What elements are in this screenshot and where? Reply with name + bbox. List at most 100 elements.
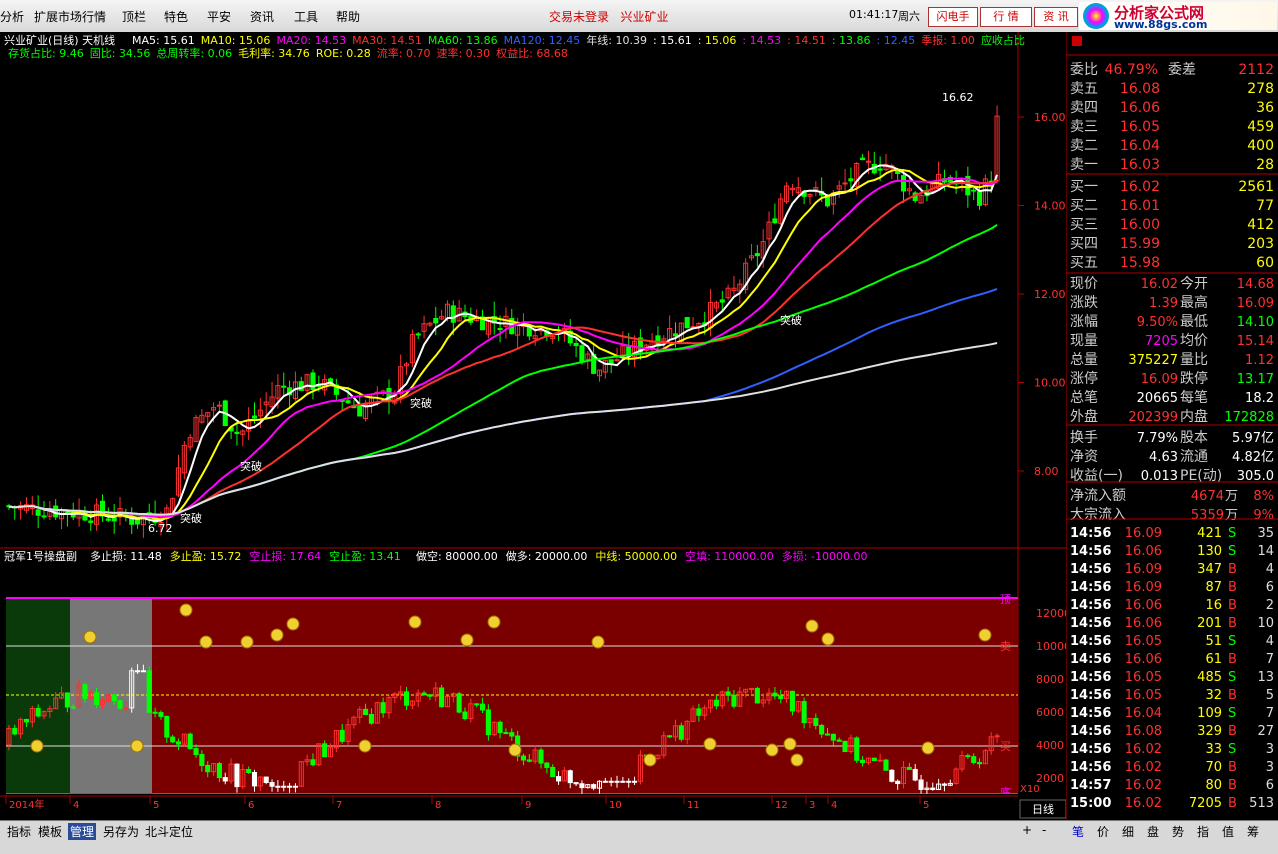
menu-item-pingan[interactable]: 平安 [207, 8, 231, 25]
wei-cha-label: 委差 [1168, 62, 1196, 78]
tick-count: 513 [1249, 796, 1274, 811]
high-price-label: 16.62 [942, 91, 974, 104]
indicator-body [23, 718, 30, 723]
fin-legend-item: 毛利率: 34.76 [238, 46, 310, 60]
tab-ticks[interactable]: 笔 [1072, 823, 1084, 840]
label-top: 顶 [1000, 593, 1011, 606]
menu-item-extended-market[interactable]: 扩展市场行情 [34, 8, 106, 25]
indicator-body [146, 670, 152, 713]
tab-trend[interactable]: 势 [1172, 823, 1184, 840]
tick-time: 14:56 [1070, 580, 1111, 595]
stat-label: 现量 [1070, 333, 1098, 349]
candle-body [105, 518, 111, 521]
buy-level-label: 买四 [1070, 236, 1098, 252]
sell-level-label: 卖二 [1070, 138, 1098, 154]
indicator-body [222, 777, 228, 782]
date-tick-label: 6 [248, 800, 254, 811]
indicator-body [912, 768, 918, 781]
ma-legend-item: : 14.51 [787, 34, 826, 47]
indicator-body [281, 785, 287, 788]
indicator-body [251, 772, 258, 787]
indicator-body [322, 743, 328, 758]
tab-manage[interactable]: 管理 [68, 823, 97, 840]
tick-price: 16.09 [1125, 562, 1162, 577]
tab-detail[interactable]: 细 [1122, 823, 1134, 840]
tab-order[interactable]: 盘 [1147, 823, 1159, 840]
zoom-out-button[interactable]: - [1042, 823, 1046, 837]
indicator-body [170, 736, 176, 743]
date-tick-label: 5 [153, 800, 159, 811]
ma-legend-item: 年线: 10.39 [586, 33, 647, 47]
fin-legend-item: 流率: 0.70 [377, 46, 431, 60]
flash-trade-button[interactable]: 闪电手 [928, 7, 978, 27]
indicator-tick-label: 10000 [1036, 640, 1066, 653]
candle-body [216, 404, 222, 407]
indicator-body [287, 785, 293, 788]
indicator-param: 空填: 110000.00 [685, 549, 774, 563]
menu-item-tools[interactable]: 工具 [294, 8, 318, 25]
tab-price[interactable]: 价 [1097, 823, 1109, 840]
menu-item-help[interactable]: 帮助 [336, 8, 360, 25]
tick-count: 27 [1257, 724, 1274, 739]
news-button[interactable]: 资 讯 [1034, 7, 1078, 27]
ma-legend-item: MA10: 15.06 [201, 34, 271, 47]
scale-label: X10 [1020, 784, 1040, 795]
tick-count: 2 [1266, 598, 1274, 613]
tab-index[interactable]: 指 [1197, 823, 1209, 840]
stat-label: 换手 [1070, 429, 1098, 446]
candle-body [251, 415, 258, 419]
indicator-body [509, 732, 515, 737]
indicator-body [135, 670, 141, 673]
indicator-param: 空止损: 17.64 [249, 549, 321, 563]
zoom-in-button[interactable]: + [1022, 823, 1032, 837]
indicator-body [310, 759, 316, 766]
indicator-body [620, 780, 626, 783]
menu-item-news[interactable]: 资讯 [250, 8, 274, 25]
ma-legend-item: MA20: 14.53 [276, 34, 346, 47]
menu-item-top-bar[interactable]: 顶栏 [122, 8, 146, 25]
tab-beidou-locate[interactable]: 北斗定位 [145, 823, 193, 840]
tick-price: 16.05 [1125, 670, 1162, 685]
quote-button[interactable]: 行 情 [980, 7, 1032, 27]
indicator-body [813, 717, 819, 726]
candle-body [608, 359, 614, 364]
smiley-icon [508, 743, 522, 757]
tab-templates[interactable]: 模板 [38, 823, 62, 840]
indicator-param: 多止盈: 15.72 [170, 549, 242, 563]
flow-pct: 9% [1253, 508, 1274, 523]
tab-value[interactable]: 值 [1222, 823, 1234, 840]
logo-url: www.88gs.com [1114, 18, 1208, 31]
indicator-param: 多损: -10000.00 [782, 549, 868, 563]
smiley-icon [921, 741, 935, 755]
tick-volume: 33 [1205, 742, 1222, 757]
period-label[interactable]: 日线 [1032, 802, 1054, 816]
candle-body [450, 305, 456, 323]
ma-legend-item: 应收占比 [981, 33, 1025, 47]
tab-indicators[interactable]: 指标 [7, 823, 31, 840]
tick-volume: 51 [1205, 634, 1222, 649]
tick-time: 14:56 [1070, 670, 1111, 685]
smiley-icon [408, 615, 422, 629]
breakout-label: 突破 [780, 313, 802, 327]
indicator-body [520, 755, 527, 761]
chart-area[interactable]: 16.0014.0012.0010.008.00 16.626.72突破突破突破… [0, 32, 1066, 820]
tick-price: 16.08 [1125, 724, 1162, 739]
tick-time: 14:56 [1070, 652, 1111, 667]
tab-chips[interactable]: 筹 [1247, 823, 1259, 840]
ma-legend-item: : 12.45 [877, 34, 916, 47]
trade-login-notice[interactable]: 交易未登录 [549, 10, 609, 24]
menu-item-analysis[interactable]: 分析 [0, 8, 24, 25]
date-tick-label: 3 [809, 800, 815, 811]
indicator-body [263, 776, 269, 783]
stat-value: 14.10 [1237, 315, 1274, 330]
flower-logo-icon [1083, 3, 1109, 29]
indicator-legend: 冠军1号操盘副 多止损: 11.48 多止盈: 15.72 空止损: 17.64 空止盈… [4, 549, 867, 563]
tick-price: 16.05 [1125, 688, 1162, 703]
stat-label: 涨停 [1070, 370, 1098, 387]
tick-count: 13 [1257, 670, 1274, 685]
sell-level-label: 卖五 [1070, 81, 1098, 97]
stat-value: 5.97亿 [1232, 431, 1274, 446]
menu-item-features[interactable]: 特色 [164, 8, 188, 25]
tab-save-as[interactable]: 另存为 [103, 823, 139, 840]
smiley-icon [703, 737, 717, 751]
